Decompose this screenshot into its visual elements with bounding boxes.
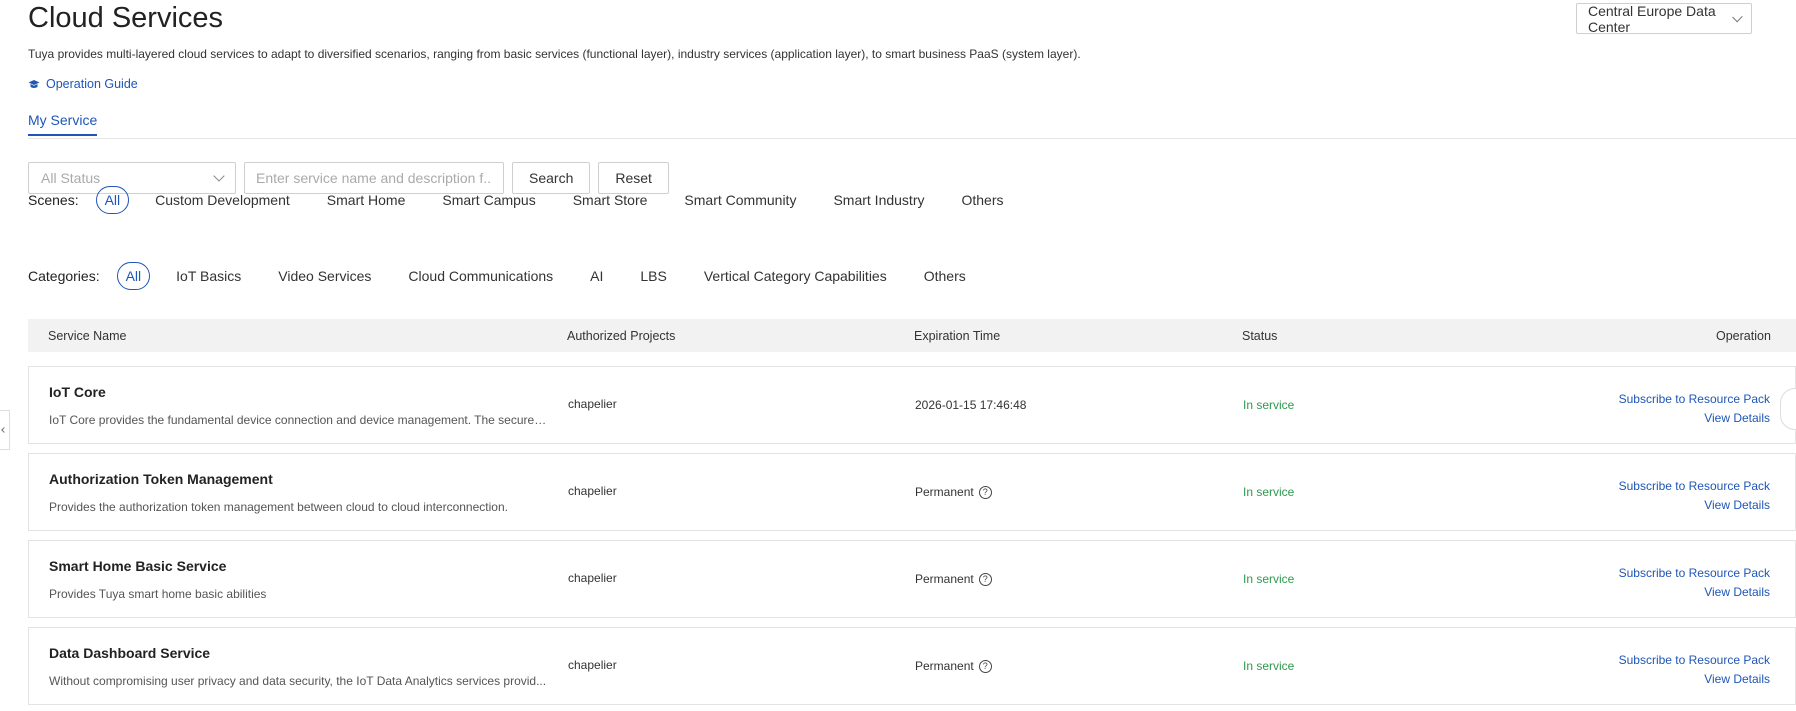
authorized-project: chapelier bbox=[568, 397, 617, 411]
table-header: Service Name Authorized Projects Expirat… bbox=[28, 319, 1796, 352]
category-chip-all[interactable]: All bbox=[116, 262, 151, 290]
help-icon[interactable]: ? bbox=[978, 572, 992, 586]
scene-chip-smart-industry[interactable]: Smart Industry bbox=[833, 192, 961, 208]
expiration-time: Permanent ? bbox=[915, 572, 992, 586]
region-label: Central Europe Data Center bbox=[1588, 2, 1716, 35]
category-chip-cloud-communications[interactable]: Cloud Communications bbox=[408, 268, 590, 284]
operation-links: Subscribe to Resource Pack View Details bbox=[1585, 651, 1795, 689]
scene-chip-smart-community[interactable]: Smart Community bbox=[684, 192, 833, 208]
expiration-time: Permanent ? bbox=[915, 659, 992, 673]
table-row: Data Dashboard Service Without compromis… bbox=[28, 627, 1796, 705]
categories-label: Categories: bbox=[28, 268, 100, 284]
operation-guide-link[interactable]: Operation Guide bbox=[28, 77, 138, 91]
help-icon[interactable]: ? bbox=[978, 659, 992, 673]
status-badge: In service bbox=[1243, 572, 1295, 586]
category-chip-lbs[interactable]: LBS bbox=[640, 268, 703, 284]
chevron-down-icon bbox=[213, 170, 225, 182]
view-details-link[interactable]: View Details bbox=[1585, 583, 1770, 602]
authorized-project: chapelier bbox=[568, 658, 617, 672]
tab-my-service[interactable]: My Service bbox=[28, 112, 98, 136]
service-name: IoT Core bbox=[49, 384, 106, 400]
service-description: Provides the authorization token managem… bbox=[49, 500, 508, 514]
service-description: IoT Core provides the fundamental device… bbox=[49, 413, 547, 427]
scenes-label: Scenes: bbox=[28, 192, 79, 208]
subscribe-resource-pack-link[interactable]: Subscribe to Resource Pack bbox=[1585, 477, 1770, 496]
column-header-operation: Operation bbox=[1716, 329, 1771, 343]
table-row: IoT Core IoT Core provides the fundament… bbox=[28, 366, 1796, 444]
service-description: Provides Tuya smart home basic abilities bbox=[49, 587, 267, 601]
operation-guide-label: Operation Guide bbox=[46, 77, 138, 91]
expiration-time: Permanent ? bbox=[915, 485, 992, 499]
status-badge: In service bbox=[1243, 398, 1295, 412]
expiration-value: Permanent bbox=[915, 572, 974, 586]
scenes-filter: Scenes: All Custom Development Smart Hom… bbox=[28, 186, 1041, 214]
expiration-time: 2026-01-15 17:46:48 bbox=[915, 398, 1026, 412]
scene-chip-smart-campus[interactable]: Smart Campus bbox=[442, 192, 572, 208]
operation-links: Subscribe to Resource Pack View Details bbox=[1585, 564, 1795, 602]
scene-chip-custom-development[interactable]: Custom Development bbox=[155, 192, 327, 208]
status-badge: In service bbox=[1243, 659, 1295, 673]
service-description: Without compromising user privacy and da… bbox=[49, 674, 547, 688]
page-title: Cloud Services bbox=[28, 2, 224, 34]
tab-bar: My Service bbox=[28, 112, 1796, 139]
service-name: Data Dashboard Service bbox=[49, 645, 211, 661]
subscribe-resource-pack-link[interactable]: Subscribe to Resource Pack bbox=[1585, 390, 1770, 409]
expiration-value: Permanent bbox=[915, 659, 974, 673]
categories-filter: Categories: All IoT Basics Video Service… bbox=[28, 262, 1003, 290]
subscribe-resource-pack-link[interactable]: Subscribe to Resource Pack bbox=[1585, 564, 1770, 583]
status-placeholder: All Status bbox=[41, 170, 101, 186]
category-chip-vertical-category-capabilities[interactable]: Vertical Category Capabilities bbox=[704, 268, 924, 284]
expiration-value: 2026-01-15 17:46:48 bbox=[915, 398, 1027, 412]
view-details-link[interactable]: View Details bbox=[1585, 670, 1770, 689]
column-header-expiration-time: Expiration Time bbox=[914, 329, 1001, 343]
authorized-project: chapelier bbox=[568, 571, 617, 585]
graduation-cap-icon bbox=[28, 79, 40, 88]
service-name: Authorization Token Management bbox=[49, 471, 273, 487]
table-row: Smart Home Basic Service Provides Tuya s… bbox=[28, 540, 1796, 618]
scene-chip-others[interactable]: Others bbox=[961, 192, 1040, 208]
scene-chip-smart-store[interactable]: Smart Store bbox=[573, 192, 685, 208]
scene-chip-all[interactable]: All bbox=[95, 186, 130, 214]
authorized-project: chapelier bbox=[568, 484, 617, 498]
subscribe-resource-pack-link[interactable]: Subscribe to Resource Pack bbox=[1585, 651, 1770, 670]
category-chip-video-services[interactable]: Video Services bbox=[278, 268, 408, 284]
expiration-value: Permanent bbox=[915, 485, 974, 499]
status-badge: In service bbox=[1243, 485, 1295, 499]
table-row: Authorization Token Management Provides … bbox=[28, 453, 1796, 531]
column-header-authorized-projects: Authorized Projects bbox=[567, 329, 676, 343]
page-description: Tuya provides multi-layered cloud servic… bbox=[28, 47, 1081, 61]
scene-chip-smart-home[interactable]: Smart Home bbox=[327, 192, 443, 208]
operation-links: Subscribe to Resource Pack View Details bbox=[1585, 390, 1795, 428]
service-name: Smart Home Basic Service bbox=[49, 558, 227, 574]
column-header-status: Status bbox=[1242, 329, 1278, 343]
view-details-link[interactable]: View Details bbox=[1585, 409, 1770, 428]
category-chip-ai[interactable]: AI bbox=[590, 268, 640, 284]
category-chip-iot-basics[interactable]: IoT Basics bbox=[176, 268, 278, 284]
region-select[interactable]: Central Europe Data Center bbox=[1576, 2, 1752, 35]
column-header-service-name: Service Name bbox=[48, 329, 127, 343]
help-icon[interactable]: ? bbox=[978, 485, 992, 499]
sidebar-collapse-handle[interactable] bbox=[0, 410, 10, 450]
category-chip-others[interactable]: Others bbox=[924, 268, 1003, 284]
view-details-link[interactable]: View Details bbox=[1585, 496, 1770, 515]
scroll-handle[interactable] bbox=[1780, 388, 1796, 430]
operation-links: Subscribe to Resource Pack View Details bbox=[1585, 477, 1795, 515]
